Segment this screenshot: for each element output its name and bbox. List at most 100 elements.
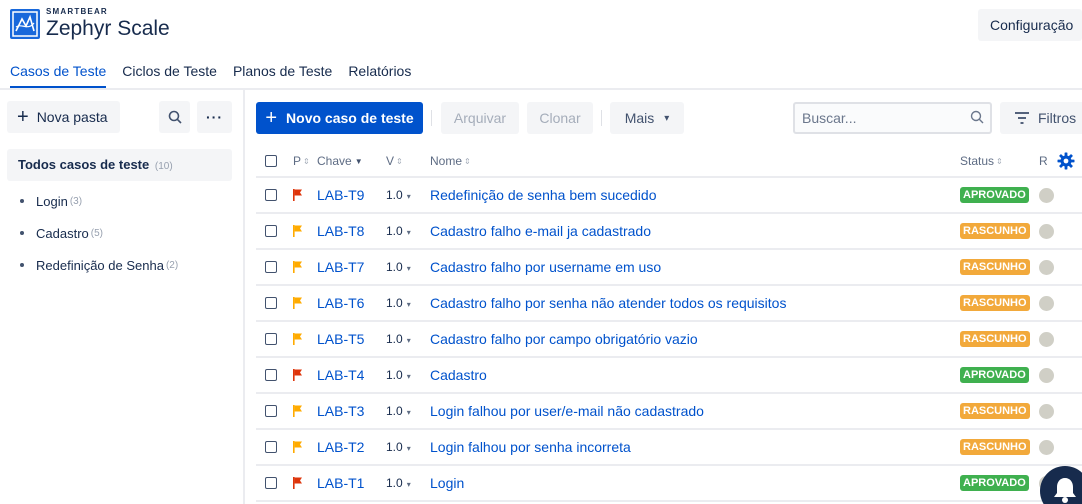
version-selector[interactable]: 1.0 ▾ (386, 188, 411, 202)
table-row[interactable]: LAB-T6 1.0 ▾ Cadastro falho por senha não a… (256, 286, 1082, 322)
configuration-button[interactable]: Configuração (978, 9, 1082, 41)
table-row[interactable]: LAB-T1 1.0 ▾ Login APROVADO (256, 466, 1082, 502)
table-row[interactable]: LAB-T5 1.0 ▾ Cadastro falho por campo obrig… (256, 322, 1082, 358)
tab-test-cases[interactable]: Casos de Teste (0, 56, 114, 88)
test-case-name-link[interactable]: Cadastro falho e-mail ja cadastrado (430, 223, 651, 239)
test-case-name-link[interactable]: Cadastro falho por username em uso (430, 259, 661, 275)
table-row[interactable]: LAB-T3 1.0 ▾ Login falhou por user/e-mail n… (256, 394, 1082, 430)
filters-button[interactable]: Filtros (1000, 102, 1082, 134)
row-checkbox[interactable] (265, 333, 277, 345)
folder-more-button[interactable]: ··· (197, 101, 232, 133)
column-header-key[interactable]: Chave ▼ (317, 154, 363, 168)
test-case-name-link[interactable]: Cadastro (430, 367, 487, 383)
tab-test-cycles[interactable]: Ciclos de Teste (114, 56, 225, 88)
archive-button[interactable]: Arquivar (441, 102, 519, 134)
priority-flag-icon (293, 405, 302, 417)
tab-reports[interactable]: Relatórios (340, 56, 419, 88)
header-label: Chave (317, 154, 352, 168)
column-settings-button[interactable] (1057, 152, 1075, 170)
row-checkbox[interactable] (265, 477, 277, 489)
version-selector[interactable]: 1.0 ▾ (386, 476, 411, 490)
test-case-key-link[interactable]: LAB-T3 (317, 403, 364, 419)
select-all-checkbox[interactable] (265, 155, 277, 167)
column-header-r[interactable]: R (1039, 154, 1048, 168)
result-indicator (1039, 187, 1054, 203)
clone-button[interactable]: Clonar (527, 102, 593, 134)
result-indicator (1039, 331, 1054, 347)
folder-all-test-cases[interactable]: Todos casos de teste (10) (7, 149, 232, 181)
test-case-key-link[interactable]: LAB-T9 (317, 187, 364, 203)
column-header-priority[interactable]: P ⇕ (293, 154, 310, 168)
result-indicator (1039, 295, 1054, 311)
table-row[interactable]: LAB-T8 1.0 ▾ Cadastro falho e-mail ja cadas… (256, 214, 1082, 250)
column-header-name[interactable]: Nome ⇕ (430, 154, 471, 168)
folder-item-cadastro[interactable]: Cadastro (5) (20, 217, 178, 249)
row-checkbox[interactable] (265, 261, 277, 273)
result-indicator (1039, 259, 1054, 275)
row-checkbox[interactable] (265, 369, 277, 381)
new-folder-label: Nova pasta (36, 109, 108, 125)
row-checkbox[interactable] (265, 405, 277, 417)
search-input[interactable] (795, 104, 955, 132)
priority-flag-icon (293, 225, 302, 237)
folder-search-button[interactable] (159, 101, 190, 133)
status-badge: RASCUNHO (960, 438, 1030, 456)
chevron-down-icon: ▾ (406, 192, 411, 201)
priority-flag-icon (293, 369, 302, 381)
version-selector[interactable]: 1.0 ▾ (386, 368, 411, 382)
more-actions-button[interactable]: Mais ▾ (610, 102, 684, 134)
row-checkbox[interactable] (265, 297, 277, 309)
test-case-key-link[interactable]: LAB-T2 (317, 439, 364, 455)
version-selector[interactable]: 1.0 ▾ (386, 296, 411, 310)
plus-icon: + (17, 106, 29, 128)
row-checkbox[interactable] (265, 189, 277, 201)
new-test-case-button[interactable]: + Novo caso de teste (256, 102, 423, 134)
table-row[interactable]: LAB-T2 1.0 ▾ Login falhou por senha incorre… (256, 430, 1082, 466)
brand-vendor: SMARTBEAR (46, 7, 108, 16)
test-case-name-link[interactable]: Cadastro falho por campo obrigatório vaz… (430, 331, 698, 347)
table-row[interactable]: LAB-T7 1.0 ▾ Cadastro falho por username em… (256, 250, 1082, 286)
new-folder-button[interactable]: + Nova pasta (7, 101, 120, 133)
more-actions-label: Mais (624, 110, 655, 126)
version-selector[interactable]: 1.0 ▾ (386, 224, 411, 238)
test-case-name-link[interactable]: Login (430, 475, 464, 491)
test-case-name-link[interactable]: Redefinição de senha bem sucedido (430, 187, 657, 203)
column-header-status[interactable]: Status ⇕ (960, 154, 1003, 168)
plus-icon: + (265, 107, 278, 129)
search-icon (168, 110, 182, 124)
folder-item-password-reset[interactable]: Redefinição de Senha (2) (20, 249, 178, 281)
column-header-version[interactable]: V ⇕ (386, 154, 403, 168)
test-case-name-link[interactable]: Login falhou por user/e-mail não cadastr… (430, 403, 704, 419)
test-case-key-link[interactable]: LAB-T5 (317, 331, 364, 347)
toolbar-separator (431, 110, 432, 126)
test-case-key-link[interactable]: LAB-T1 (317, 475, 364, 491)
folder-all-label: Todos casos de teste (18, 157, 150, 172)
chevron-down-icon: ▾ (406, 408, 411, 417)
version-selector[interactable]: 1.0 ▾ (386, 404, 411, 418)
test-case-key-link[interactable]: LAB-T8 (317, 223, 364, 239)
main-tabs: Casos de Teste Ciclos de Teste Planos de… (0, 56, 419, 88)
version-selector[interactable]: 1.0 ▾ (386, 440, 411, 454)
header-label: Nome (430, 154, 463, 168)
test-case-key-link[interactable]: LAB-T4 (317, 367, 364, 383)
version-selector[interactable]: 1.0 ▾ (386, 260, 411, 274)
table-row[interactable]: LAB-T4 1.0 ▾ Cadastro APROVADO (256, 358, 1082, 394)
sort-icon: ⇕ (996, 156, 1003, 166)
status-badge: RASCUNHO (960, 402, 1030, 420)
folder-item-login[interactable]: Login (3) (20, 185, 178, 217)
folder-count: (5) (90, 227, 103, 239)
test-case-key-link[interactable]: LAB-T7 (317, 259, 364, 275)
table-row[interactable]: LAB-T9 1.0 ▾ Redefinição de senha bem suced… (256, 178, 1082, 214)
row-checkbox[interactable] (265, 441, 277, 453)
test-case-key-link[interactable]: LAB-T6 (317, 295, 364, 311)
row-checkbox[interactable] (265, 225, 277, 237)
test-case-name-link[interactable]: Cadastro falho por senha não atender tod… (430, 295, 786, 311)
sort-icon: ⇕ (396, 156, 403, 166)
priority-flag-icon (293, 333, 302, 345)
test-case-name-link[interactable]: Login falhou por senha incorreta (430, 439, 631, 455)
tab-test-plans[interactable]: Planos de Teste (225, 56, 340, 88)
bullet-icon (20, 199, 24, 203)
version-selector[interactable]: 1.0 ▾ (386, 332, 411, 346)
status-badge: APROVADO (960, 366, 1029, 384)
header-label: V (386, 154, 395, 168)
